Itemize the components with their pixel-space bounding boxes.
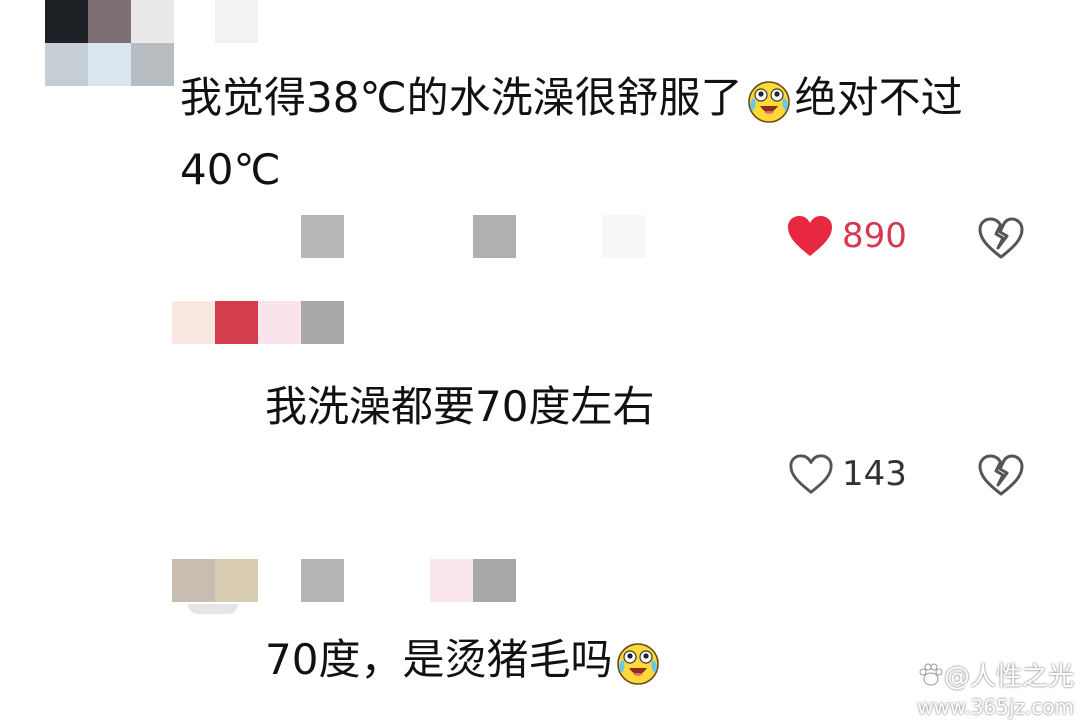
avatar[interactable] bbox=[172, 301, 344, 344]
heart-icon bbox=[788, 216, 832, 256]
comment-text: 我洗澡都要70度左右 bbox=[265, 382, 655, 431]
like-count: 143 bbox=[842, 454, 907, 494]
comment-text-part: 绝对不过 bbox=[794, 73, 963, 122]
avatar[interactable] bbox=[172, 559, 258, 602]
watermark-handle: @人性之光 bbox=[943, 662, 1074, 692]
watermark-url: www.365jz.com bbox=[917, 695, 1074, 719]
comment-text: 我觉得38℃的水洗澡很舒服了 绝对不过 bbox=[180, 68, 963, 128]
heart-icon bbox=[789, 454, 833, 494]
meta-blur bbox=[301, 559, 344, 602]
like-count: 890 bbox=[842, 216, 907, 256]
dislike-button[interactable] bbox=[977, 453, 1025, 501]
avatar[interactable] bbox=[45, 0, 174, 86]
broken-heart-icon bbox=[978, 217, 1024, 259]
comment-text: 70度，是烫猪毛吗 bbox=[265, 630, 664, 690]
paw-icon bbox=[919, 663, 943, 685]
comment-text-line2: 40℃ bbox=[180, 145, 281, 194]
avatar-edge bbox=[188, 604, 238, 614]
crying-laughing-emoji-icon bbox=[747, 80, 790, 123]
comment-text-part: 70度，是烫猪毛吗 bbox=[265, 635, 613, 684]
username-blur[interactable] bbox=[215, 0, 258, 43]
meta-blur bbox=[301, 215, 344, 258]
watermark: @人性之光 www.365jz.com bbox=[917, 656, 1074, 719]
broken-heart-icon bbox=[978, 454, 1024, 496]
meta-blur bbox=[430, 559, 516, 602]
like-button[interactable]: 890 bbox=[786, 214, 907, 258]
comment-text-part: 我觉得38℃的水洗澡很舒服了 bbox=[180, 73, 743, 122]
dislike-button[interactable] bbox=[977, 216, 1025, 264]
meta-blur bbox=[473, 215, 516, 258]
meta-blur bbox=[602, 215, 645, 258]
crying-laughing-emoji-icon bbox=[617, 642, 660, 685]
like-button[interactable]: 143 bbox=[788, 452, 907, 496]
